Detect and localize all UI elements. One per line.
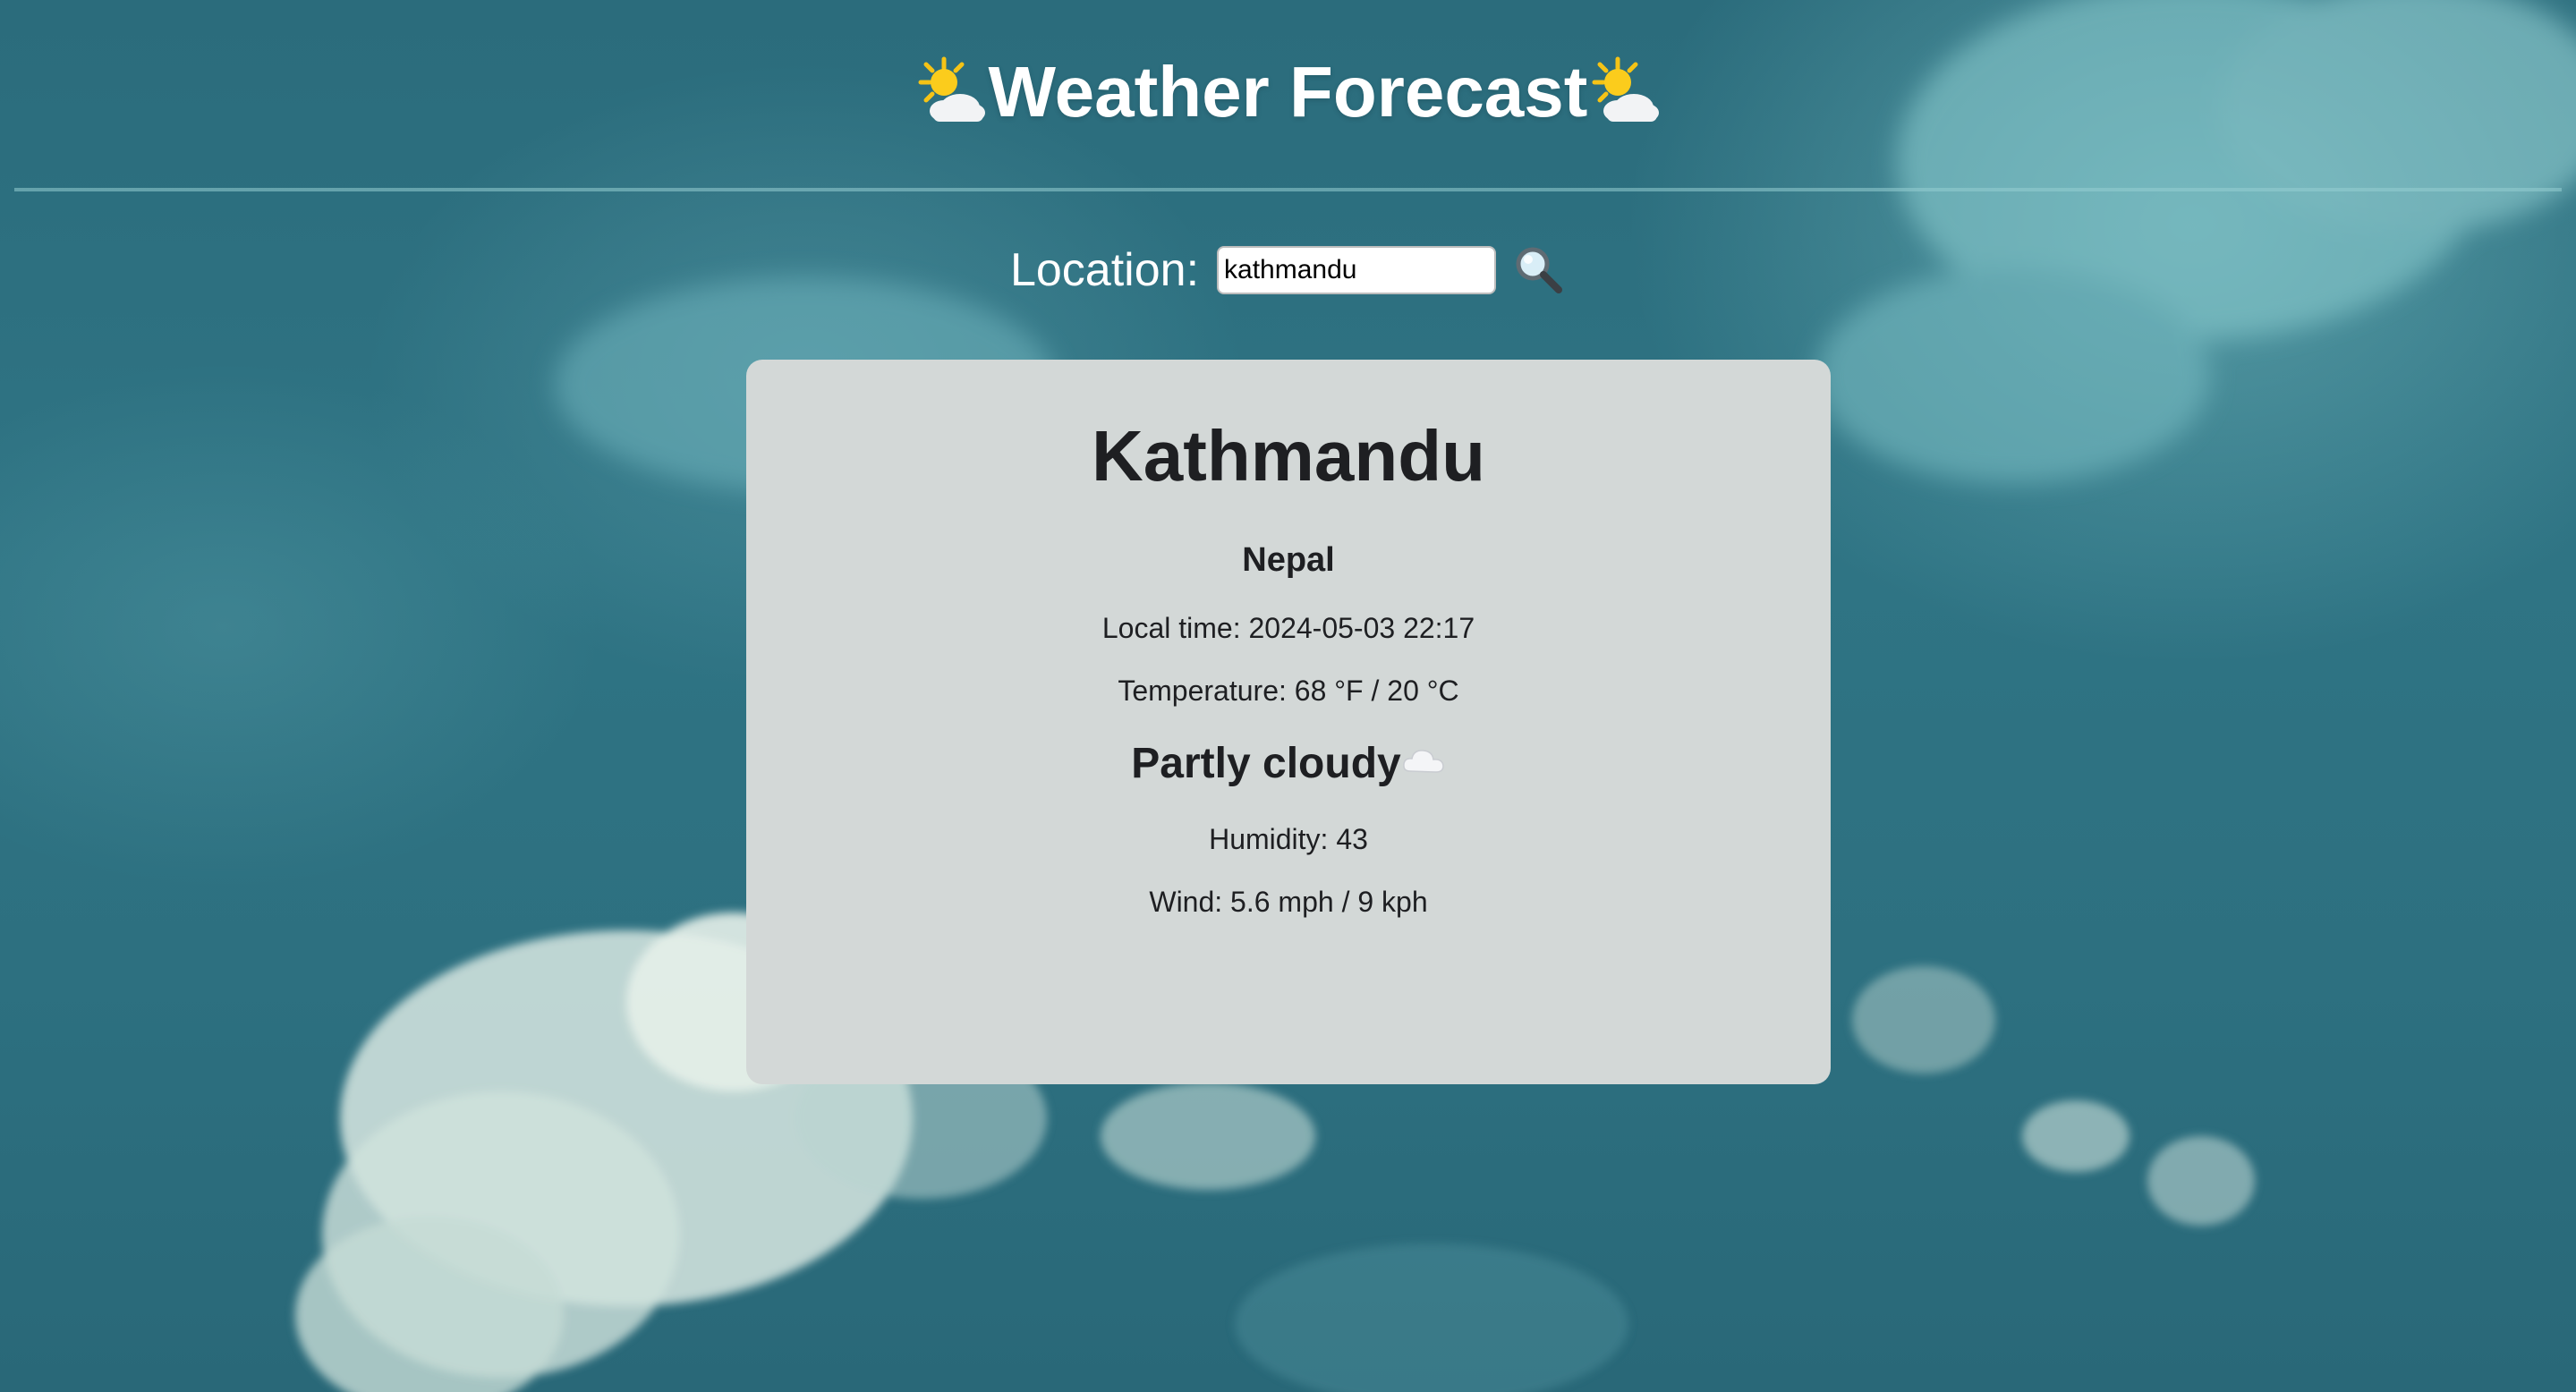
humidity: Humidity: 43: [1209, 823, 1368, 855]
weather-condition: Partly cloudy: [746, 737, 1831, 791]
weather-card: Kathmandu Nepal Local time: 2024-05-03 2…: [746, 360, 1831, 1084]
page-title: Weather Forecast: [988, 52, 1588, 132]
cloud-icon: [1402, 750, 1444, 774]
location-input[interactable]: [1217, 246, 1497, 294]
header-divider: [14, 188, 2562, 191]
country-name: Nepal: [1242, 541, 1335, 579]
location-label: Location:: [1009, 244, 1200, 296]
search-button[interactable]: [1512, 243, 1566, 297]
magnifying-glass-icon: [1516, 247, 1563, 293]
search-bar: Location:: [0, 243, 2576, 297]
sun-behind-cloud-icon: [918, 56, 985, 122]
condition-text: Partly cloudy: [1131, 740, 1401, 787]
wind: Wind: 5.6 mph / 9 kph: [1149, 886, 1428, 918]
temperature: Temperature: 68 °F / 20 °C: [1118, 675, 1459, 707]
sun-behind-cloud-icon: [1592, 56, 1660, 122]
city-name: Kathmandu: [1092, 416, 1485, 496]
app-header: Weather Forecast: [0, 43, 2576, 141]
local-time: Local time: 2024-05-03 22:17: [1101, 612, 1475, 644]
